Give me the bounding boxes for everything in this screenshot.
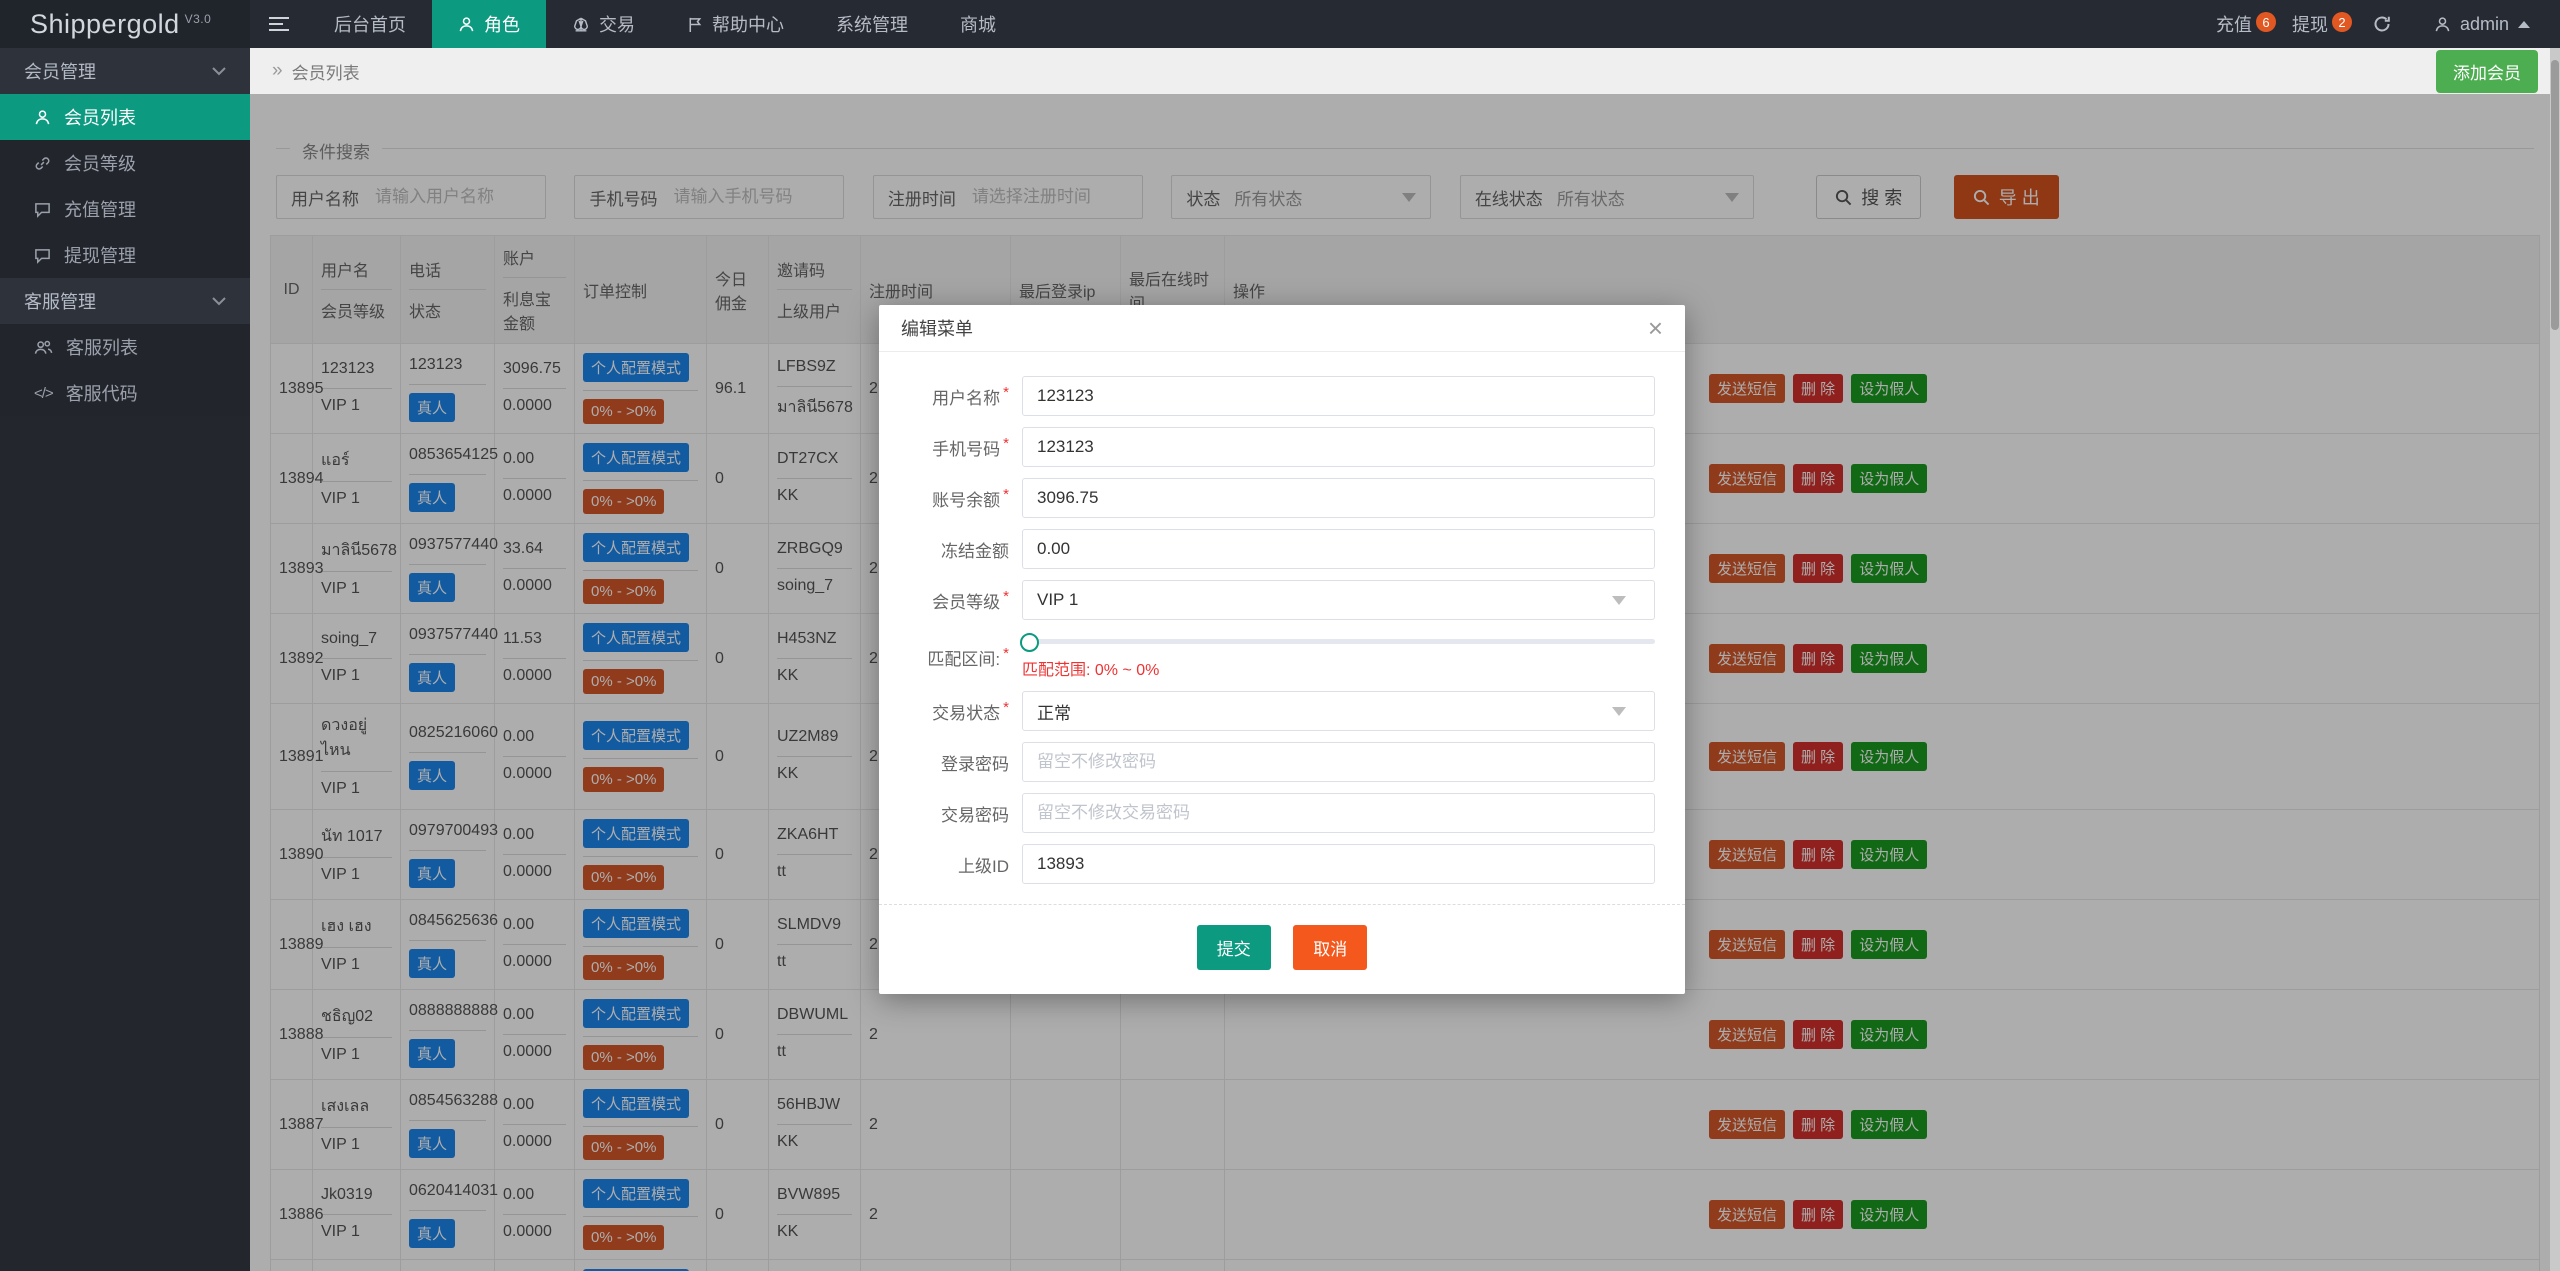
balance-label: 账号余额 (932, 490, 1001, 510)
hamburger-menu-icon[interactable] (250, 0, 308, 48)
balance-field[interactable] (1022, 478, 1655, 518)
trade-status-label: 交易状态 (932, 703, 1001, 723)
required-asterisk: * (1003, 434, 1009, 452)
withdraw-badge: 2 (2331, 12, 2352, 32)
nav-item-help-center[interactable]: 帮助中心 (661, 0, 810, 48)
sidebar-section-service-mgmt[interactable]: 客服管理 (0, 278, 250, 324)
chevron-down-icon (212, 296, 226, 305)
parent-id-field[interactable] (1022, 844, 1655, 884)
scrollbar-thumb[interactable] (2551, 60, 2559, 330)
sidebar-item-service-list[interactable]: 客服列表 (0, 324, 250, 370)
flag-icon (689, 17, 702, 32)
app-logo: Shippergold V3.0 (0, 0, 250, 48)
breadcrumb: » 会员列表 (272, 59, 360, 84)
topbar-right: 充值 6 提现 2 admin (2196, 0, 2560, 48)
breadcrumb-bar: » 会员列表 添加会员 (250, 48, 2560, 94)
phone-field[interactable] (1022, 427, 1655, 467)
chevron-up-icon (2518, 20, 2530, 28)
cancel-button[interactable]: 取消 (1293, 925, 1368, 970)
nav-item-roles[interactable]: 角色 (432, 0, 546, 48)
add-member-button[interactable]: 添加会员 (2436, 49, 2538, 93)
required-asterisk: * (1003, 698, 1009, 716)
app-version: V3.0 (184, 12, 212, 26)
match-range-slider[interactable] (1020, 633, 1655, 652)
sidebar-item-member-list[interactable]: 会员列表 (0, 94, 250, 140)
match-range-label: 匹配区间: (927, 650, 1001, 669)
slider-handle[interactable] (1020, 633, 1039, 652)
sidebar-item-withdraw-mgmt[interactable]: 提现管理 (0, 232, 250, 278)
refresh-icon[interactable] (2348, 14, 2416, 34)
nav-item-trade[interactable]: 交易 (546, 0, 661, 48)
admin-username: admin (2459, 13, 2509, 34)
chevron-down-icon (212, 66, 226, 75)
match-range-hint: 匹配范围: 0% ~ 0% (1022, 662, 1160, 679)
trade-password-field[interactable] (1022, 793, 1655, 833)
sidebar-item-member-level[interactable]: 会员等级 (0, 140, 250, 186)
nav-item-system[interactable]: 系统管理 (810, 0, 934, 48)
person-icon (459, 16, 474, 31)
modal-footer: 提交 取消 (879, 904, 1685, 994)
sidebar-item-recharge-mgmt[interactable]: 充值管理 (0, 186, 250, 232)
trade-password-label: 交易密码 (941, 805, 1009, 825)
sidebar: 会员管理 会员列表 会员等级 充值管理 提现管理 客服管理 客服列表 </> 客… (0, 48, 250, 1271)
scales-icon (573, 17, 589, 32)
required-asterisk: * (1003, 383, 1009, 401)
trade-status-value: 正常 (1037, 703, 1071, 723)
nav-item-mall[interactable]: 商城 (934, 0, 1022, 48)
frozen-label: 冻结金额 (941, 541, 1009, 561)
required-asterisk: * (1003, 587, 1009, 605)
withdraw-link[interactable]: 提现 2 (2272, 11, 2352, 37)
phone-label: 手机号码 (932, 439, 1001, 459)
comment-icon (35, 248, 50, 264)
frozen-amount-field[interactable] (1022, 529, 1655, 569)
person-icon (35, 109, 50, 124)
parent-id-label: 上级ID (958, 856, 1009, 876)
member-level-value: VIP 1 (1037, 590, 1079, 609)
login-password-label: 登录密码 (941, 754, 1009, 774)
submit-button[interactable]: 提交 (1196, 925, 1271, 970)
chevron-right-icon: » (272, 60, 283, 81)
comment-icon (35, 202, 50, 218)
username-field[interactable] (1022, 376, 1655, 416)
users-icon (34, 340, 53, 354)
login-password-field[interactable] (1022, 742, 1655, 782)
breadcrumb-current: 会员列表 (291, 63, 360, 83)
member-level-select[interactable]: VIP 1 (1022, 580, 1655, 620)
top-bar: Shippergold V3.0 后台首页 角色 交易 帮助中心 系统管理 商城… (0, 0, 2560, 48)
modal-header: 编辑菜单 × (879, 305, 1685, 352)
chevron-down-icon (1612, 595, 1626, 605)
nav-item-dashboard[interactable]: 后台首页 (308, 0, 432, 48)
sidebar-item-service-code[interactable]: </> 客服代码 (0, 370, 250, 416)
sidebar-section-member-mgmt[interactable]: 会员管理 (0, 48, 250, 94)
required-asterisk: * (1003, 645, 1009, 662)
username-label: 用户名称 (932, 388, 1001, 408)
level-label: 会员等级 (932, 592, 1001, 612)
modal-title: 编辑菜单 (901, 319, 973, 339)
link-icon (35, 156, 50, 170)
modal-body: 用户名称* 手机号码* 账号余额* 冻结金额 会员等级* VIP 1 匹配区间:… (879, 352, 1685, 884)
app-logo-text: Shippergold (30, 8, 180, 39)
trade-status-select[interactable]: 正常 (1022, 691, 1655, 731)
person-icon (2435, 16, 2450, 31)
admin-user-menu[interactable]: admin (2416, 14, 2560, 35)
edit-member-modal: 编辑菜单 × 用户名称* 手机号码* 账号余额* 冻结金额 会员等级* VIP … (879, 305, 1685, 994)
required-asterisk: * (1003, 485, 1009, 503)
chevron-down-icon (1612, 706, 1626, 716)
page-scrollbar[interactable] (2550, 48, 2560, 1271)
recharge-link[interactable]: 充值 6 (2196, 11, 2276, 37)
code-icon: </> (34, 384, 54, 402)
close-icon[interactable]: × (1648, 315, 1663, 341)
